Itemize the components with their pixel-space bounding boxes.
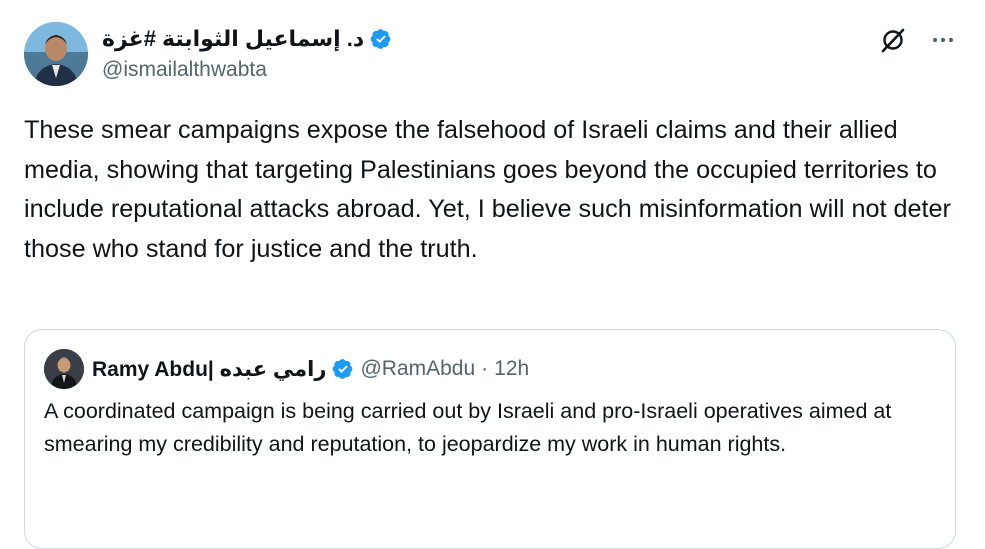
quoted-timestamp[interactable]: 12h xyxy=(494,357,529,380)
quoted-handle[interactable]: @RamAbdu xyxy=(360,357,475,380)
tweet-card: د. إسماعيل الثوابتة #غزة @ismailalthwabt… xyxy=(0,0,985,549)
quoted-tweet-text: A coordinated campaign is being carried … xyxy=(44,399,898,456)
author-handle[interactable]: @ismailalthwabta xyxy=(102,58,392,82)
avatar-image xyxy=(24,22,88,86)
quoted-tweet-header: Ramy Abdu| رامي عبده @RamAbdu · 12h xyxy=(44,349,529,389)
quoted-meta: @RamAbdu · 12h xyxy=(360,357,529,381)
verified-badge-icon xyxy=(370,28,392,50)
author-avatar[interactable] xyxy=(24,22,88,86)
quoted-author-name[interactable]: Ramy Abdu| رامي عبده xyxy=(92,357,326,382)
tweet-actions-top xyxy=(879,26,957,54)
author-display-name[interactable]: د. إسماعيل الثوابتة #غزة xyxy=(102,26,364,52)
meta-separator: · xyxy=(481,357,489,380)
quoted-avatar-image xyxy=(44,349,84,389)
author-name-row: د. إسماعيل الثوابتة #غزة xyxy=(102,22,392,56)
tweet-text: These smear campaigns expose the falseho… xyxy=(24,116,958,263)
quoted-tweet[interactable]: Ramy Abdu| رامي عبده @RamAbdu · 12h A coor… xyxy=(24,329,956,549)
author-block: د. إسماعيل الثوابتة #غزة @ismailalthwabt… xyxy=(102,22,392,86)
more-options-icon[interactable] xyxy=(929,26,957,54)
quoted-author-avatar[interactable] xyxy=(44,349,84,389)
grok-icon[interactable] xyxy=(879,26,907,54)
quoted-verified-badge-icon xyxy=(332,358,354,380)
